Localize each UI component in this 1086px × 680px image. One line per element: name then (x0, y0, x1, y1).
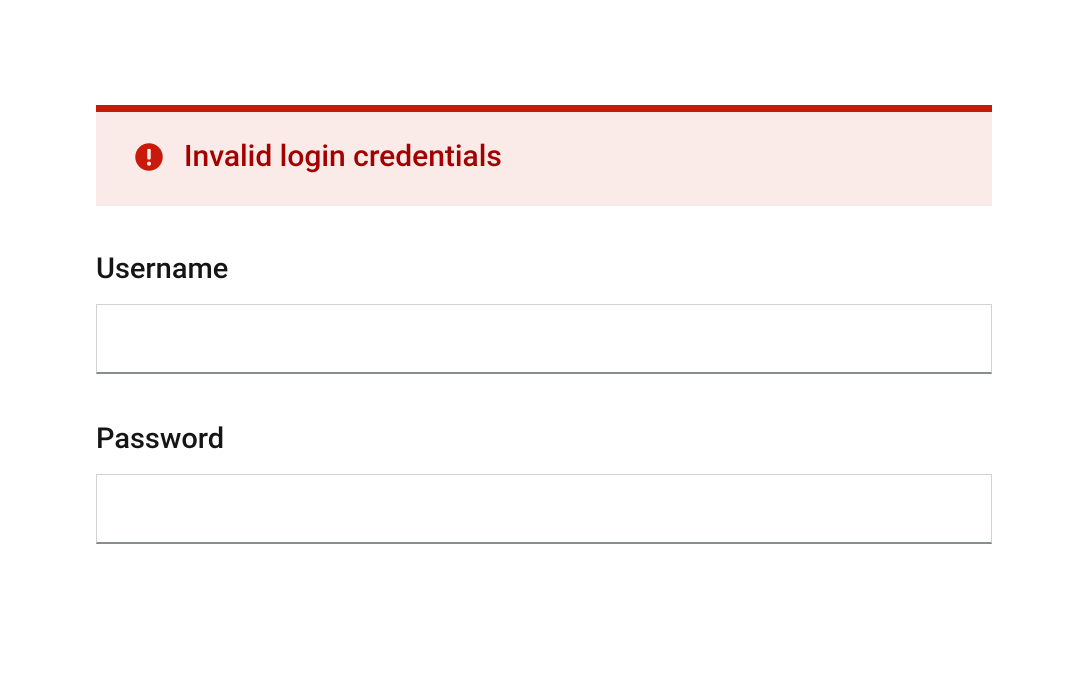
password-input[interactable] (96, 474, 992, 544)
password-label: Password (96, 422, 992, 456)
login-form-container: Invalid login credentials Username Passw… (0, 0, 1086, 544)
error-message: Invalid login credentials (184, 142, 502, 172)
password-group: Password (96, 422, 992, 544)
username-input[interactable] (96, 304, 992, 374)
error-icon (134, 142, 164, 172)
username-label: Username (96, 252, 992, 286)
error-alert: Invalid login credentials (96, 105, 992, 206)
username-group: Username (96, 252, 992, 374)
